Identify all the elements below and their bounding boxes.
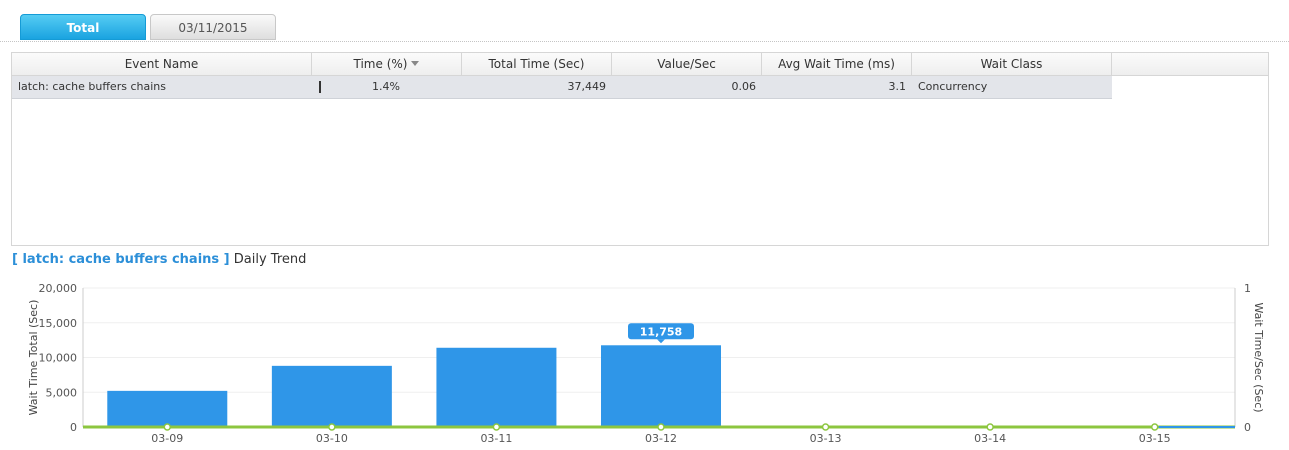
tooltip-label: 11,758 (640, 325, 682, 338)
column-label: Value/Sec (657, 57, 716, 71)
y-tick-label: 0 (70, 421, 77, 434)
tab-bar: Total 03/11/2015 (0, 0, 1289, 42)
column-header-avg-wait[interactable]: Avg Wait Time (ms) (762, 53, 912, 75)
trend-title: [ latch: cache buffers chains ] Daily Tr… (12, 252, 306, 267)
x-tick-label: 03-12 (645, 432, 677, 445)
column-label: Wait Class (980, 57, 1043, 71)
trend-suffix: Daily Trend (229, 252, 307, 267)
cell-wait-class: Concurrency (918, 80, 988, 93)
column-header-total-time[interactable]: Total Time (Sec) (462, 53, 612, 75)
bar (601, 345, 721, 427)
bar (107, 390, 228, 427)
y-tick-label: 5,000 (46, 386, 78, 399)
cell-total-time: 37,449 (567, 80, 607, 93)
line-point (1150, 423, 1159, 431)
tab-divider (0, 41, 1289, 42)
line-point (163, 423, 172, 431)
sort-descending-icon (411, 61, 420, 66)
cell-avg-wait: 3.1 (888, 80, 907, 93)
column-label: Total Time (Sec) (488, 57, 585, 71)
line-point (821, 423, 830, 431)
line-point (657, 423, 665, 431)
column-header-time-pct[interactable]: Time (%) (312, 53, 462, 75)
column-header-value-sec[interactable]: Value/Sec (612, 53, 762, 75)
y-axis-label: Wait Time Total (Sec) (27, 300, 40, 416)
grid-header: Event Name Time (%) Total Time (Sec) Val… (12, 53, 1268, 76)
cell-value-sec: 0.06 (731, 80, 757, 93)
y2-tick-label: 0 (1244, 421, 1251, 434)
column-label: Time (%) (353, 57, 408, 71)
table-row[interactable]: latch: cache buffers chains 1.4% 37,449 … (12, 76, 1112, 99)
cell-event-name: latch: cache buffers chains (18, 80, 166, 93)
trend-event-name: [ latch: cache buffers chains ] (12, 252, 230, 267)
line-point (492, 423, 501, 431)
x-tick-label: 03-15 (1139, 432, 1171, 445)
bar (271, 365, 392, 427)
x-tick-label: 03-10 (316, 432, 348, 445)
x-tick-label: 03-11 (480, 432, 512, 445)
line-point (328, 423, 336, 431)
tab-date[interactable]: 03/11/2015 (150, 14, 276, 40)
bar (436, 347, 557, 427)
tab-total[interactable]: Total (20, 14, 146, 40)
y-tick-label: 20,000 (39, 282, 78, 295)
cell-time-pct: 1.4% (372, 80, 400, 93)
daily-trend-chart: 0 5,000 10,000 15,000 20,000 0 1 Wait Time Tota… (0, 270, 1289, 446)
column-label: Event Name (124, 57, 199, 71)
wait-event-grid: Event Name Time (%) Total Time (Sec) Val… (11, 52, 1269, 246)
line-point (986, 423, 994, 431)
x-tick-label: 03-09 (151, 432, 183, 445)
chart-canvas: 0 5,000 10,000 15,000 20,000 0 1 Wait Time Tota… (27, 282, 1265, 445)
column-label: Avg Wait Time (ms) (778, 57, 895, 71)
y-tick-label: 10,000 (39, 352, 78, 365)
y2-tick-label: 1 (1244, 282, 1251, 295)
x-tick-label: 03-14 (974, 432, 1006, 445)
x-tick-label: 03-13 (810, 432, 842, 445)
column-header-event-name[interactable]: Event Name (12, 53, 312, 75)
y2-axis-label: Wait Time/Sec (Sec) (1252, 302, 1265, 412)
tooltip-pointer (657, 339, 665, 344)
column-header-wait-class[interactable]: Wait Class (912, 53, 1112, 75)
y-tick-label: 15,000 (39, 317, 78, 330)
